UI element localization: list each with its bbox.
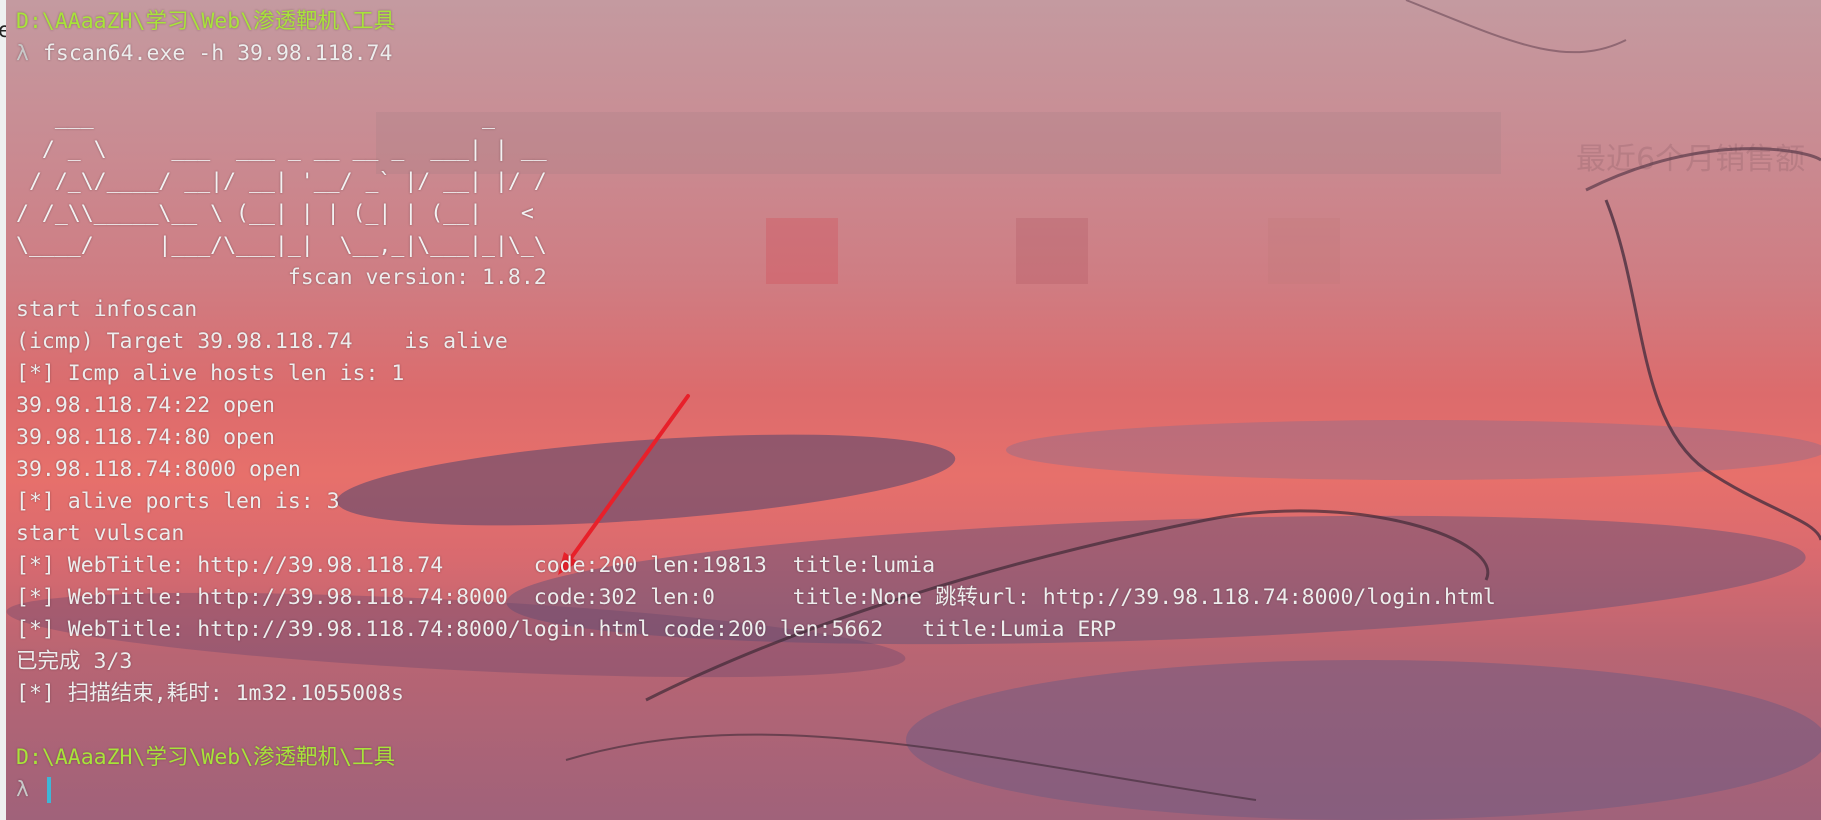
webtitle-line: [*] WebTitle: http://39.98.118.74:8000/l… (16, 617, 1117, 642)
output-line: 39.98.118.74:22 open (16, 393, 275, 418)
fscan-ascii-banner: ___ _ / _ \ ___ ___ _ __ __ _ ___| | __ … (16, 105, 547, 258)
output-line: start infoscan (16, 297, 198, 322)
prompt-path: D:\AAaaZH\学习\Web\渗透靶机\工具 (16, 9, 396, 34)
webtitle-line: [*] WebTitle: http://39.98.118.74 code:2… (16, 553, 936, 578)
output-line: [*] 扫描结束,耗时: 1m32.1055008s (16, 681, 404, 706)
second-prompt-path: D:\AAaaZH\学习\Web\渗透靶机\工具 (16, 745, 396, 770)
command-line: λ fscan64.exe -h 39.98.118.74 (16, 38, 1821, 70)
output-line: (icmp) Target 39.98.118.74 is alive (16, 329, 508, 354)
terminal-output[interactable]: D:\AAaaZH\学习\Web\渗透靶机\工具 λ fscan64.exe -h… (16, 6, 1821, 820)
output-line: 39.98.118.74:80 open (16, 425, 275, 450)
input-line[interactable]: λ (16, 774, 1821, 806)
output-line: [*] Icmp alive hosts len is: 1 (16, 361, 405, 386)
output-line: [*] alive ports len is: 3 (16, 489, 340, 514)
command-text: fscan64.exe -h 39.98.118.74 (42, 41, 393, 66)
output-line: start vulscan (16, 521, 185, 546)
webtitle-line: [*] WebTitle: http://39.98.118.74:8000 c… (16, 585, 1496, 610)
output-line: 39.98.118.74:8000 open (16, 457, 301, 482)
prompt-lambda-icon: λ (16, 777, 29, 802)
prompt-lambda-icon: λ (16, 41, 29, 66)
output-line: 已完成 3/3 (16, 649, 133, 674)
text-cursor (46, 777, 51, 803)
version-line: fscan version: 1.8.2 (16, 265, 547, 290)
